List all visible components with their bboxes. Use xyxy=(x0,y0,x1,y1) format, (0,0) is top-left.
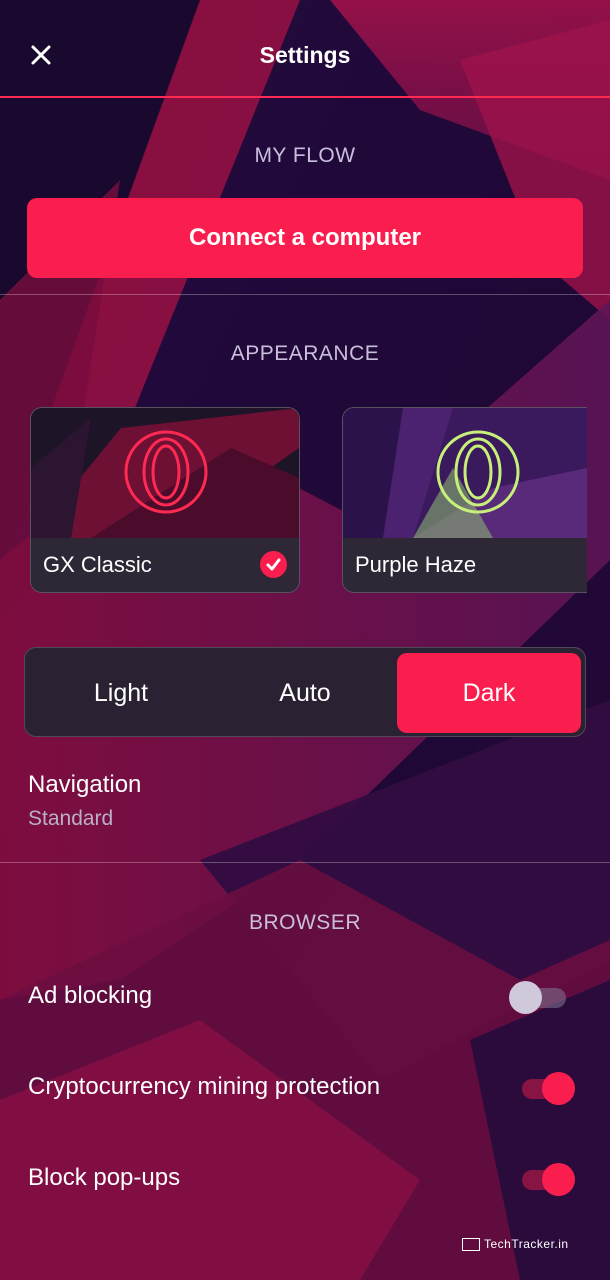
connect-computer-button[interactable]: Connect a computer xyxy=(27,198,583,278)
header-divider xyxy=(0,96,610,98)
setting-label: Block pop-ups xyxy=(28,1164,181,1191)
section-title-appearance: APPEARANCE xyxy=(230,342,380,365)
opera-gx-logo-icon xyxy=(436,430,520,514)
mode-dark-option[interactable]: Dark xyxy=(397,653,581,733)
navigation-label: Navigation xyxy=(28,771,142,798)
section-divider xyxy=(0,862,610,863)
mode-auto-option[interactable]: Auto xyxy=(213,653,397,733)
watermark-text: TechTracker.in xyxy=(484,1237,569,1251)
theme-label: GX Classic xyxy=(43,552,152,577)
ad-blocking-toggle[interactable] xyxy=(509,980,576,1016)
setting-label: Ad blocking xyxy=(28,982,153,1009)
page-title: Settings xyxy=(259,42,351,68)
section-divider xyxy=(0,294,610,295)
block-popups-toggle[interactable] xyxy=(520,1162,576,1198)
theme-card-purple-haze[interactable]: Purple Haze xyxy=(342,407,587,593)
setting-row-ad-blocking[interactable]: Ad blocking xyxy=(0,968,610,1028)
setting-row-block-popups[interactable]: Block pop-ups xyxy=(0,1150,610,1210)
mining-protection-toggle[interactable] xyxy=(520,1071,576,1107)
watermark: TechTracker.in xyxy=(462,1237,569,1251)
theme-card-gx-classic[interactable]: GX Classic xyxy=(30,407,300,593)
theme-label: Purple Haze xyxy=(355,552,477,577)
browser-window-icon xyxy=(462,1237,480,1251)
section-title-my-flow: MY FLOW xyxy=(254,144,356,167)
setting-label: Cryptocurrency mining protection xyxy=(28,1073,381,1100)
theme-mode-selector: Light Auto Dark xyxy=(24,647,586,737)
navigation-value: Standard xyxy=(28,807,114,830)
checkmark-icon xyxy=(260,551,287,578)
mode-light-option[interactable]: Light xyxy=(29,653,213,733)
setting-row-mining-protection[interactable]: Cryptocurrency mining protection xyxy=(0,1059,610,1119)
opera-gx-logo-icon xyxy=(124,430,208,514)
app-header: Settings xyxy=(0,0,610,96)
section-title-browser: BROWSER xyxy=(248,911,361,934)
navigation-setting-row[interactable]: Navigation Standard xyxy=(0,765,610,845)
